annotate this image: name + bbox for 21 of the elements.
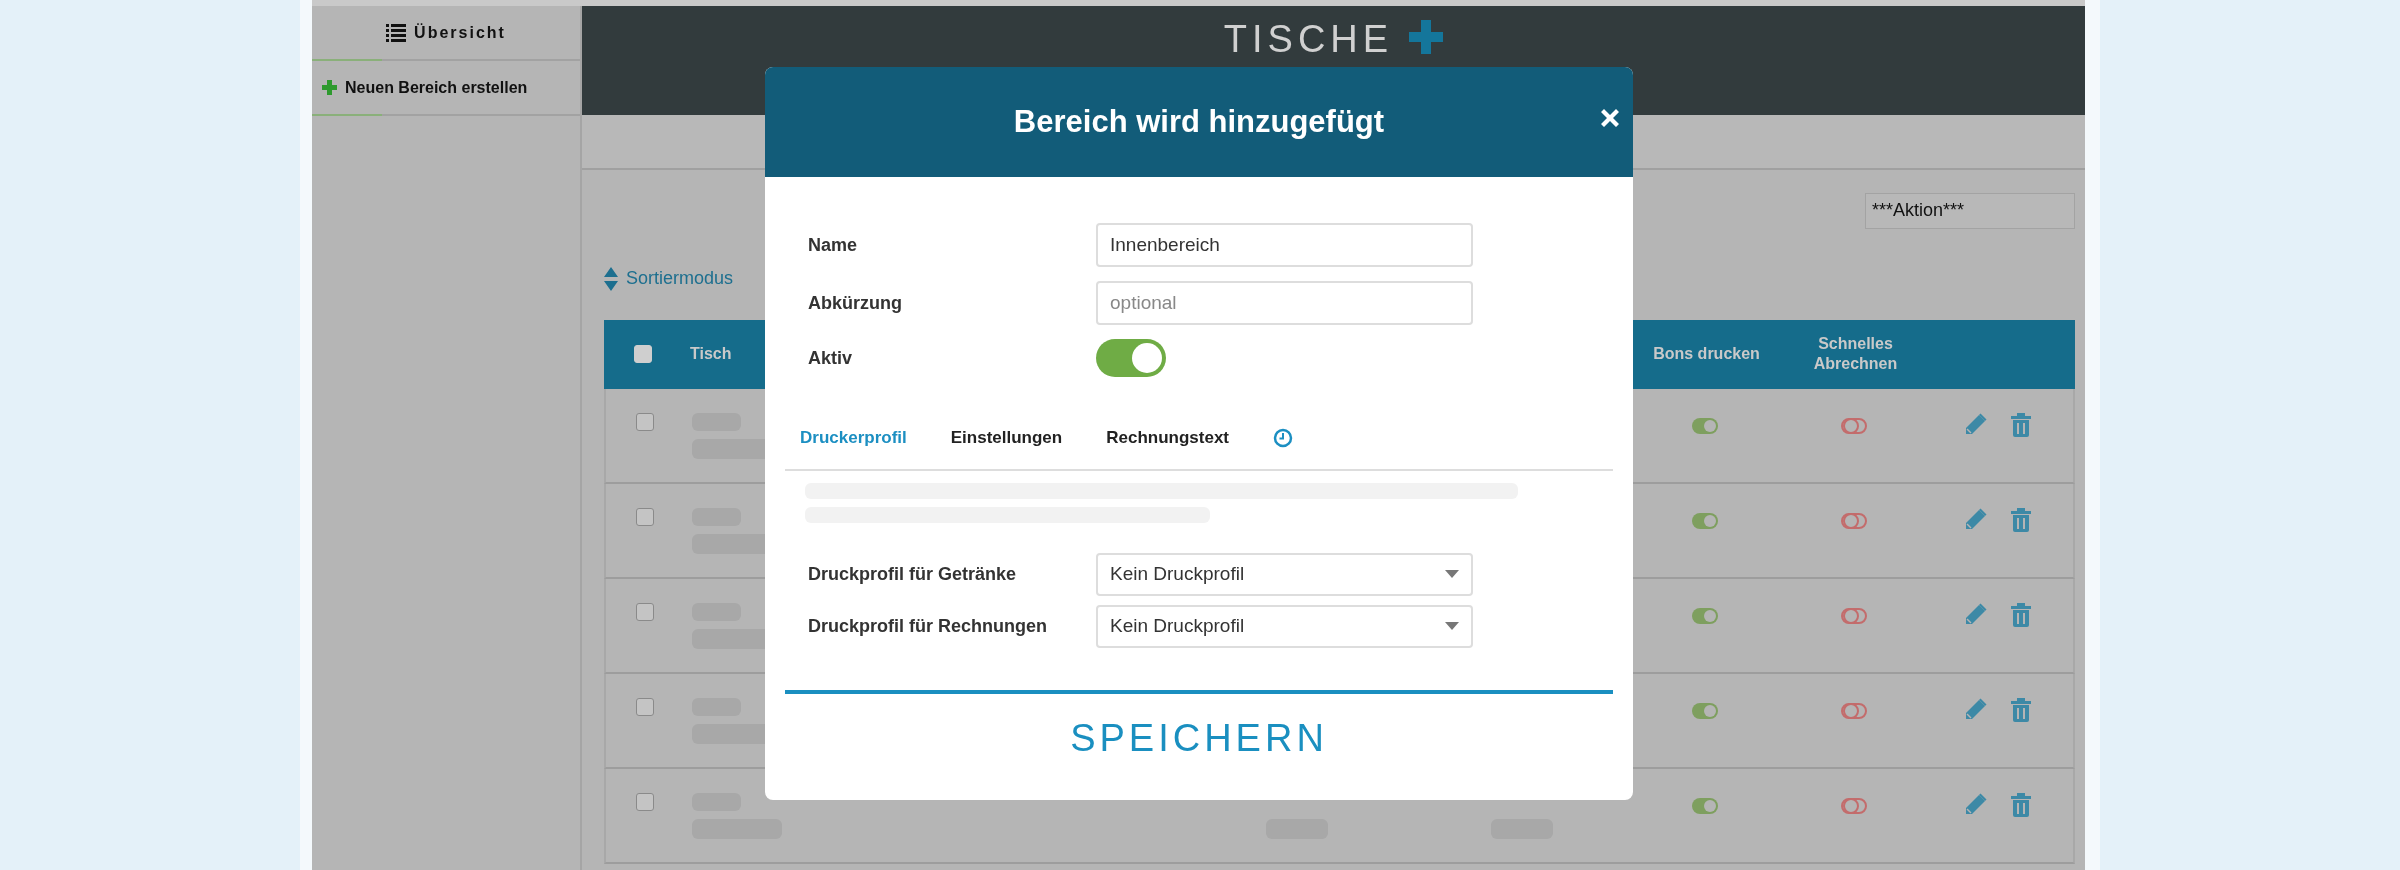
column-header: Bons drucken bbox=[1653, 345, 1760, 362]
column-header: Schnelles Abrechnen bbox=[1812, 334, 1899, 374]
tab[interactable]: Rechnungstext bbox=[1106, 425, 1229, 451]
dialog-title: Bereich wird hinzugefügt bbox=[1013, 102, 1385, 141]
field-label: Name bbox=[808, 233, 859, 257]
field-label: Abkürzung bbox=[808, 291, 903, 315]
field-label: Druckprofil für Rechnungen bbox=[808, 614, 1048, 638]
text-field[interactable]: Innenbereich bbox=[1096, 223, 1473, 267]
dropdown[interactable]: Kein Druckprofil bbox=[1096, 604, 1473, 648]
tab[interactable]: Druckerprofil bbox=[800, 425, 907, 451]
dropdown[interactable]: Kein Druckprofil bbox=[1096, 552, 1473, 596]
page-title: TISCHE bbox=[1223, 20, 1394, 58]
save-button[interactable]: SPEICHERN bbox=[1050, 693, 1348, 783]
tab[interactable]: Einstellungen bbox=[950, 425, 1063, 451]
action-select[interactable]: ***Aktion*** bbox=[1865, 193, 2075, 229]
field-label: Aktiv bbox=[808, 346, 853, 370]
sidebar-item[interactable]: Neuen Bereich erstellen bbox=[345, 75, 528, 100]
sidebar-item[interactable]: Übersicht bbox=[414, 20, 506, 45]
text-field[interactable]: optional bbox=[1096, 281, 1473, 325]
field-label: Druckprofil für Getränke bbox=[808, 562, 1018, 586]
column-header: Tisch bbox=[690, 345, 732, 362]
